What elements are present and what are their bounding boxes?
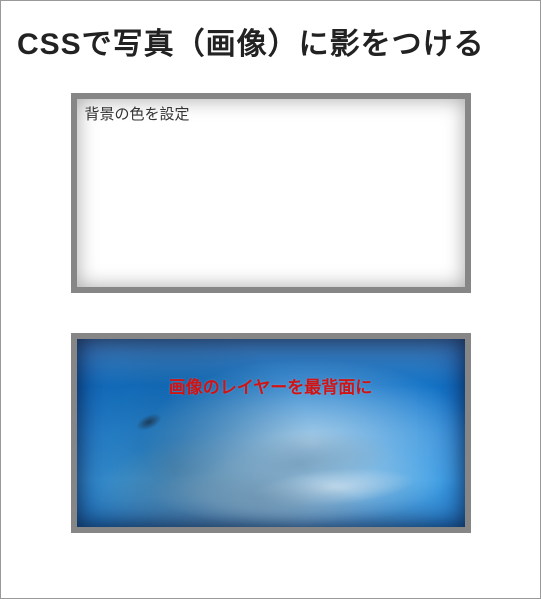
page: CSSで写真（画像）に影をつける 背景の色を設定 画像のレイヤーを最背面に <box>0 0 541 599</box>
page-title: CSSで写真（画像）に影をつける <box>17 19 524 63</box>
example-box-image-layer: 画像のレイヤーを最背面に <box>71 333 471 533</box>
box1-label: 背景の色を設定 <box>85 103 190 124</box>
content-area: 背景の色を設定 画像のレイヤーを最背面に <box>17 93 524 533</box>
box2-label: 画像のレイヤーを最背面に <box>77 373 465 398</box>
example-box-bgcolor: 背景の色を設定 <box>71 93 471 293</box>
